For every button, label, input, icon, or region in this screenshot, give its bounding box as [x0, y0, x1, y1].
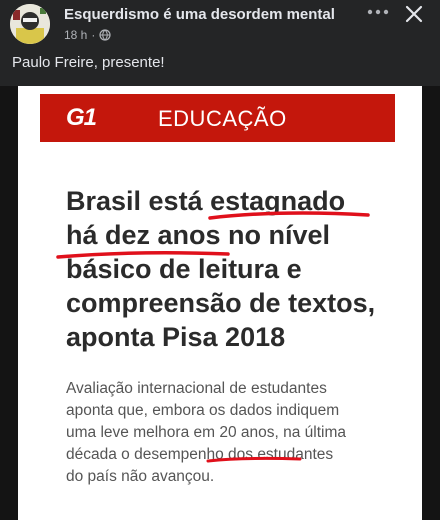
avatar[interactable]	[10, 4, 50, 44]
post-header: Esquerdismo é uma desordem mental 18 h ·	[0, 0, 440, 52]
headline-line: Brasil está estagnado	[66, 186, 346, 216]
headline-line: aponta Pisa 2018	[66, 322, 286, 352]
close-icon	[405, 5, 423, 23]
summary-line: uma leve melhora em 20 anos, na última	[66, 424, 347, 441]
separator-dot: ·	[91, 28, 96, 42]
headline-line: básico de leitura e	[66, 254, 302, 284]
shared-image[interactable]: G1 EDUCAÇÃO Brasil está estagnado há dez…	[0, 86, 440, 520]
article-summary: Avaliação internacional de estudantes ap…	[66, 378, 406, 488]
headline-line: há dez anos no nível	[66, 220, 331, 250]
section-label: EDUCAÇÃO	[158, 106, 287, 131]
globe-icon	[99, 29, 111, 41]
headline-line: compreensão de textos,	[66, 288, 376, 318]
summary-line: aponta que, embora os dados indiquem	[66, 402, 340, 419]
article-headline: Brasil está estagnado há dez anos no nív…	[66, 184, 406, 354]
post-caption: Paulo Freire, presente!	[12, 54, 165, 71]
post-meta: 18 h ·	[64, 28, 111, 42]
summary-line: do país não avançou.	[66, 468, 215, 485]
g1-banner: G1 EDUCAÇÃO	[40, 94, 395, 142]
post-time[interactable]: 18 h	[64, 28, 87, 42]
g1-logo: G1	[66, 104, 97, 131]
page-name[interactable]: Esquerdismo é uma desordem mental	[64, 6, 335, 23]
close-button[interactable]	[402, 2, 426, 26]
summary-line: Avaliação internacional de estudantes	[66, 380, 327, 397]
summary-line: década o desempenho dos estudantes	[66, 446, 334, 463]
more-options-button[interactable]	[364, 2, 392, 22]
more-horizontal-icon	[367, 9, 389, 15]
